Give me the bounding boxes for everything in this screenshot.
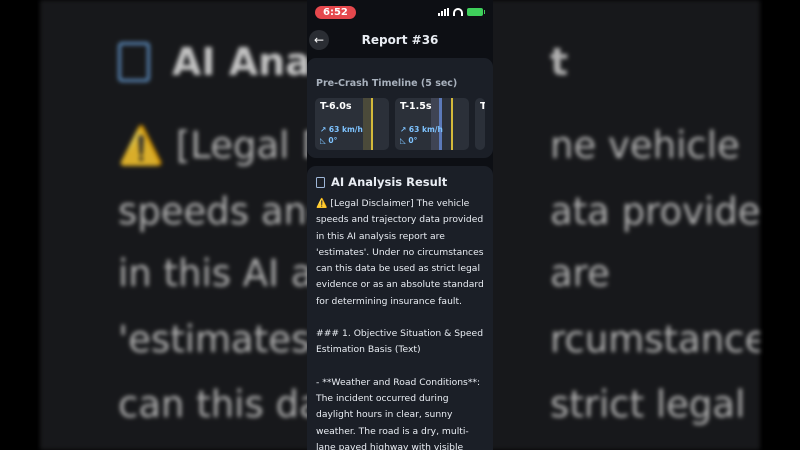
- timeline-frame[interactable]: T: [475, 98, 485, 150]
- analysis-card: AI Analysis Result ⚠️ [Legal Disclaimer]…: [307, 166, 493, 450]
- frame-angle: ◺ 0°: [400, 136, 418, 145]
- lane-marking: [451, 98, 453, 150]
- timeline-frame[interactable]: T-6.0s ↗ 63 km/h ◺ 0°: [315, 98, 389, 150]
- frame-label: T-6.0s: [320, 101, 352, 112]
- frame-angle-value: 0°: [408, 136, 418, 145]
- page-title: Report #36: [361, 33, 439, 47]
- bg-fragment: rcumstances: [550, 318, 760, 361]
- document-icon: [118, 42, 150, 82]
- wifi-icon: [453, 8, 463, 16]
- frame-speed: ↗ 63 km/h: [400, 125, 443, 134]
- frame-label: T-1.5s: [400, 101, 432, 112]
- frame-speed-value: 63 km/h: [408, 125, 443, 134]
- timeline-frames: T-6.0s ↗ 63 km/h ◺ 0° T-1.5s ↗ 63 km/h ◺…: [315, 98, 485, 150]
- frame-speed-value: 63 km/h: [328, 125, 363, 134]
- frame-label: T: [480, 101, 485, 112]
- analysis-paragraph: ### 1. Objective Situation & Speed Estim…: [316, 328, 484, 356]
- timeline-frame[interactable]: T-1.5s ↗ 63 km/h ◺ 0°: [395, 98, 469, 150]
- bg-fragment: strict legal: [550, 383, 746, 426]
- timeline-card: Pre-Crash Timeline (5 sec) T-6.0s ↗ 63 k…: [307, 58, 493, 158]
- status-bar: 6:52: [307, 0, 493, 24]
- battery-icon: [467, 8, 485, 16]
- bg-fragment: ne vehicle: [550, 124, 740, 167]
- analysis-paragraph: - **Weather and Road Conditions**: The i…: [316, 376, 481, 450]
- analysis-title: AI Analysis Result: [331, 175, 448, 189]
- status-time: 6:52: [315, 5, 356, 19]
- analysis-paragraph: ⚠️ [Legal Disclaimer] The vehicle speeds…: [316, 198, 484, 307]
- bg-fragment: ata provided: [550, 190, 760, 233]
- bg-fragment: are: [550, 252, 610, 295]
- road-lane: [431, 98, 439, 150]
- phone-screen: 6:52 ← Report #36 Pre-Crash Timeline (5 …: [307, 0, 493, 450]
- timeline-title: Pre-Crash Timeline (5 sec): [316, 78, 458, 89]
- frame-angle-value: 0°: [328, 136, 338, 145]
- bg-title-tail: t: [550, 40, 569, 84]
- frame-angle: ◺ 0°: [320, 136, 338, 145]
- back-button[interactable]: ←: [309, 30, 329, 50]
- nav-bar: ← Report #36: [307, 24, 493, 56]
- lane-marking: [371, 98, 373, 150]
- analysis-body: ⚠️ [Legal Disclaimer] The vehicle speeds…: [316, 196, 488, 450]
- road-lane: [363, 98, 371, 150]
- vehicle-marker: [439, 98, 442, 150]
- document-icon: [316, 176, 325, 188]
- frame-speed: ↗ 63 km/h: [320, 125, 363, 134]
- signal-icon: [438, 8, 449, 16]
- analysis-header: AI Analysis Result: [316, 175, 447, 189]
- status-icons: [438, 8, 485, 16]
